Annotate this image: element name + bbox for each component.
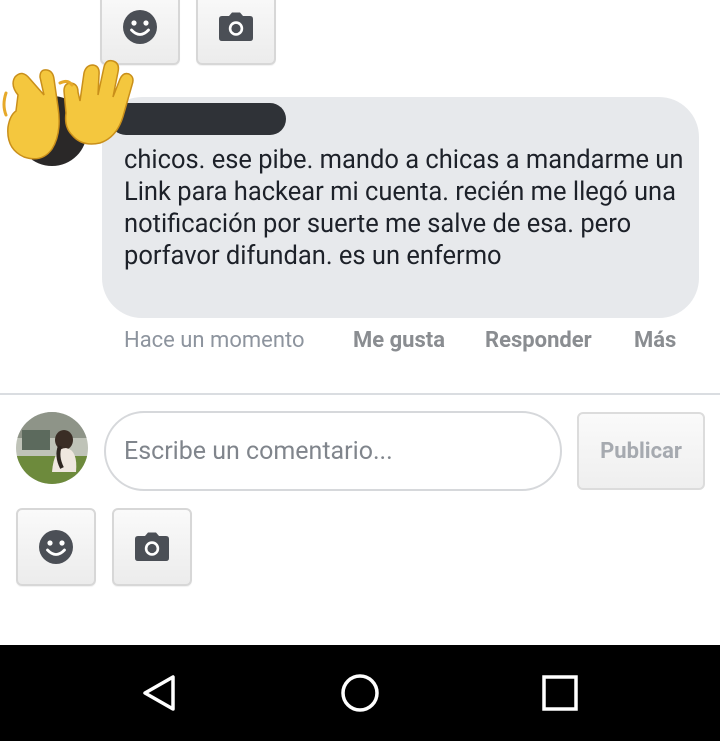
comment-input[interactable]	[104, 411, 562, 491]
emoji-button[interactable]	[16, 508, 96, 586]
camera-icon	[219, 12, 253, 41]
recents-button[interactable]	[512, 645, 608, 741]
camera-button[interactable]	[112, 508, 192, 586]
smiley-icon	[39, 530, 73, 564]
user-avatar	[16, 412, 88, 484]
divider	[0, 393, 720, 395]
recents-icon	[542, 675, 578, 711]
camera-icon	[135, 532, 169, 561]
smiley-icon	[123, 9, 157, 44]
back-button[interactable]	[112, 645, 208, 741]
publish-button[interactable]: Publicar	[577, 412, 705, 490]
system-navigation-bar	[0, 645, 720, 741]
reply-link[interactable]: Responder	[485, 326, 592, 356]
home-button[interactable]	[312, 645, 408, 741]
comment-timestamp: Hace un momento	[124, 328, 305, 353]
camera-button-top[interactable]	[196, 0, 276, 65]
home-icon	[341, 674, 379, 712]
comment-text: chicos. ese pibe. mando a chicas a manda…	[124, 145, 684, 271]
back-icon	[143, 675, 175, 711]
waving-hands-icon	[2, 59, 134, 160]
more-link[interactable]: Más	[634, 326, 676, 356]
like-link[interactable]: Me gusta	[353, 326, 445, 356]
